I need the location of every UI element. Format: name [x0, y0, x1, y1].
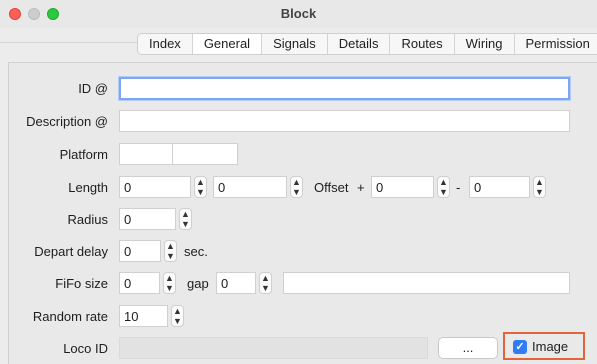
fifo-size-field[interactable] [119, 272, 160, 294]
tab-details[interactable]: Details [328, 34, 391, 54]
chevron-up-icon: ▲ [166, 241, 175, 251]
radius-field[interactable] [119, 208, 176, 230]
chevron-up-icon: ▲ [181, 209, 190, 219]
chevron-down-icon: ▼ [439, 187, 448, 197]
id-field[interactable] [119, 77, 570, 100]
fifo-size-label: FiFo size [55, 276, 108, 291]
tab-index[interactable]: Index [138, 34, 193, 54]
image-checkbox-highlight: ✓ Image [503, 332, 585, 360]
browse-button[interactable]: ... [438, 337, 498, 359]
offset-label: Offset [314, 180, 349, 195]
offset-plus-sign: + [357, 180, 365, 195]
random-rate-field[interactable] [119, 305, 168, 327]
offset-field-2[interactable] [469, 176, 530, 198]
offset-stepper-2[interactable]: ▲ ▼ [533, 176, 546, 198]
depart-delay-stepper[interactable]: ▲ ▼ [164, 240, 177, 262]
chevron-up-icon: ▲ [196, 177, 205, 187]
chevron-down-icon: ▼ [292, 187, 301, 197]
tab-permission[interactable]: Permission [515, 34, 597, 54]
random-rate-label: Random rate [32, 309, 108, 324]
loco-id-label: Loco ID [63, 341, 108, 356]
radius-label: Radius [67, 212, 108, 227]
gap-stepper[interactable]: ▲ ▼ [259, 272, 272, 294]
chevron-down-icon: ▼ [535, 187, 544, 197]
window-title: Block [280, 6, 317, 21]
gap-field[interactable] [216, 272, 256, 294]
tab-routes[interactable]: Routes [390, 34, 455, 54]
fifo-size-stepper[interactable]: ▲ ▼ [163, 272, 176, 294]
random-rate-stepper[interactable]: ▲ ▼ [171, 305, 184, 327]
description-label: Description @ [26, 114, 108, 129]
chevron-up-icon: ▲ [173, 306, 182, 316]
image-checkbox-label[interactable]: Image [532, 339, 568, 354]
image-checkbox[interactable]: ✓ [513, 340, 527, 354]
platform-field-left[interactable] [119, 143, 173, 165]
gap-label: gap [187, 276, 209, 291]
chevron-up-icon: ▲ [292, 177, 301, 187]
chevron-up-icon: ▲ [439, 177, 448, 187]
chevron-down-icon: ▼ [181, 219, 190, 229]
chevron-down-icon: ▼ [166, 251, 175, 261]
tab-bar: Index General Signals Details Routes Wir… [137, 33, 597, 55]
chevron-up-icon: ▲ [535, 177, 544, 187]
offset-field[interactable] [371, 176, 434, 198]
depart-delay-label: Depart delay [34, 244, 108, 259]
radius-stepper[interactable]: ▲ ▼ [179, 208, 192, 230]
length-field-2[interactable] [213, 176, 287, 198]
platform-field-right[interactable] [172, 143, 238, 165]
length-label: Length [68, 180, 108, 195]
chevron-down-icon: ▼ [196, 187, 205, 197]
depart-delay-unit: sec. [184, 244, 208, 259]
length-stepper-2[interactable]: ▲ ▼ [290, 176, 303, 198]
tab-general[interactable]: General [192, 34, 263, 54]
tab-wiring[interactable]: Wiring [455, 34, 515, 54]
chevron-down-icon: ▼ [173, 316, 182, 326]
length-stepper[interactable]: ▲ ▼ [194, 176, 207, 198]
chevron-up-icon: ▲ [261, 273, 270, 283]
offset-stepper[interactable]: ▲ ▼ [437, 176, 450, 198]
id-label: ID @ [78, 81, 108, 96]
offset-minus-sign: - [456, 180, 461, 195]
chevron-down-icon: ▼ [165, 283, 174, 293]
chevron-up-icon: ▲ [165, 273, 174, 283]
description-field[interactable] [119, 110, 570, 132]
tab-signals[interactable]: Signals [262, 34, 328, 54]
platform-label: Platform [59, 147, 108, 162]
fifo-extra-field[interactable] [283, 272, 570, 294]
loco-id-field [119, 337, 428, 359]
title-bar: Block [0, 0, 597, 28]
length-field[interactable] [119, 176, 191, 198]
depart-delay-field[interactable] [119, 240, 161, 262]
chevron-down-icon: ▼ [261, 283, 270, 293]
